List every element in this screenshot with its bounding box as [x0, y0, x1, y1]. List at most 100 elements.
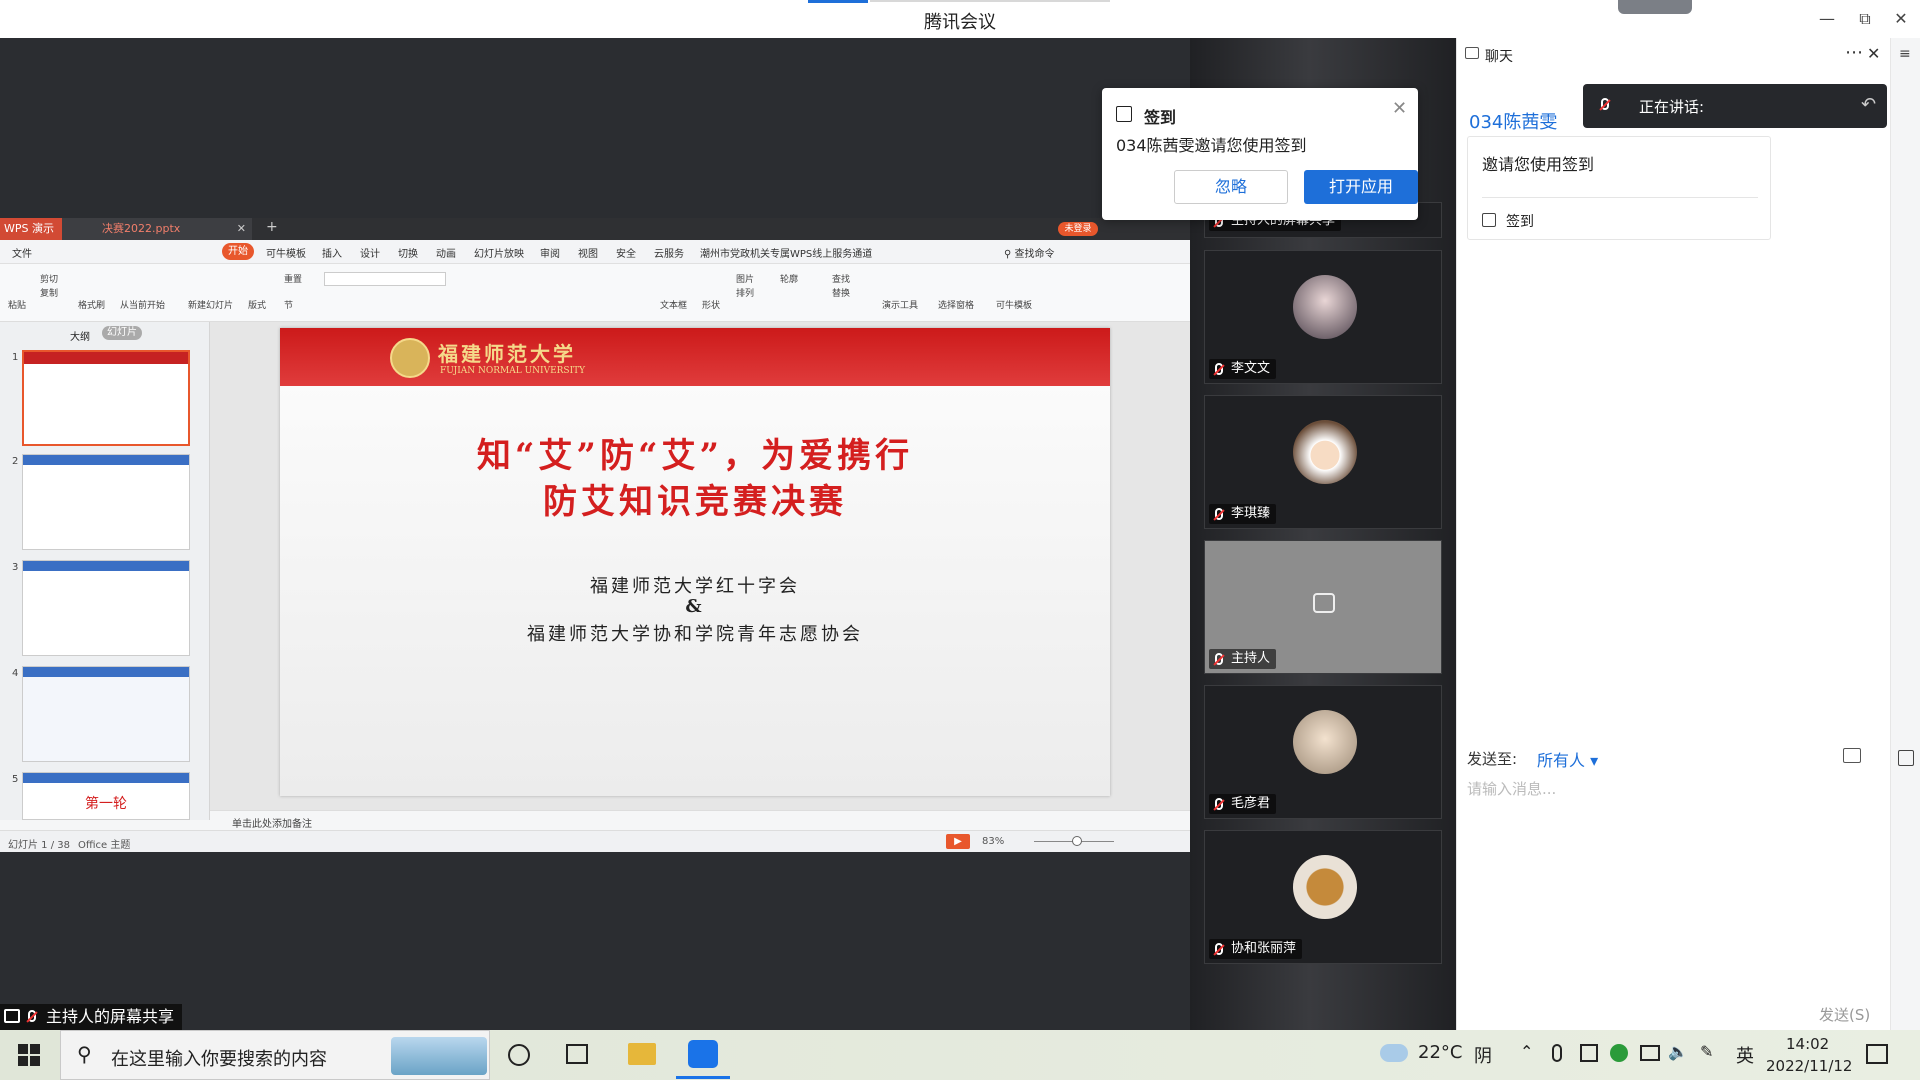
participant-tile[interactable]: 毛彦君 — [1204, 685, 1442, 819]
play-slideshow-icon[interactable]: ▶ — [946, 834, 970, 849]
send-to-select[interactable]: 所有人 ▾ — [1537, 747, 1598, 771]
notice-icon[interactable] — [1898, 750, 1914, 766]
menu-file[interactable]: 文件 — [12, 245, 32, 260]
font-name-select[interactable] — [324, 272, 446, 286]
search-command[interactable]: ⚲ 查找命令 — [1004, 245, 1055, 260]
menu-view[interactable]: 视图 — [578, 245, 598, 260]
menu-icon[interactable]: ≡ — [1899, 46, 1911, 62]
ribbon-picture[interactable]: 图片 — [736, 272, 754, 285]
ime-indicator[interactable]: 英 — [1736, 1042, 1754, 1068]
menu-transition[interactable]: 切换 — [398, 245, 418, 260]
close-icon[interactable]: ✕ — [1392, 98, 1407, 119]
volume-icon[interactable]: 🔈 — [1668, 1042, 1688, 1061]
current-slide[interactable]: 福建师范大学 FUJIAN NORMAL UNIVERSITY 知“艾”防“艾”… — [280, 328, 1110, 796]
chat-sender[interactable]: 034陈茜雯 — [1469, 108, 1557, 134]
close-tab-icon[interactable]: ✕ — [237, 218, 246, 240]
tencent-meeting-icon[interactable] — [688, 1040, 718, 1068]
menu-service-channel[interactable]: 潮州市党政机关专属WPS线上服务通道 — [700, 245, 872, 260]
ribbon-find[interactable]: 查找 — [832, 272, 850, 285]
send-to-label: 发送至: — [1467, 750, 1518, 768]
cortana-icon[interactable] — [508, 1044, 530, 1066]
ribbon-cut[interactable]: 剪切 — [40, 272, 58, 285]
tab-slides[interactable]: 幻灯片 — [102, 326, 142, 340]
menu-design[interactable]: 设计 — [360, 245, 380, 260]
weather-desc[interactable]: 阴 — [1474, 1042, 1492, 1068]
folder-icon[interactable] — [1843, 748, 1861, 763]
menu-cloud[interactable]: 云服务 — [654, 245, 684, 260]
ignore-button[interactable]: 忽略 — [1174, 170, 1288, 204]
clock-time[interactable]: 14:02 — [1786, 1035, 1829, 1053]
ribbon-replace[interactable]: 替换 — [832, 286, 850, 299]
zoom-level[interactable]: 83% — [982, 836, 1004, 847]
participant-tile[interactable]: 李文文 — [1204, 250, 1442, 384]
restore-icon[interactable]: ⧉ — [1850, 6, 1880, 32]
ribbon-template[interactable]: 可牛模板 — [996, 298, 1032, 311]
menu-slideshow[interactable]: 幻灯片放映 — [474, 245, 524, 260]
menu-template[interactable]: 可牛模板 — [266, 245, 306, 260]
tab-outline[interactable]: 大纲 — [70, 328, 90, 343]
menu-security[interactable]: 安全 — [616, 245, 636, 260]
ribbon-copy[interactable]: 复制 — [40, 286, 58, 299]
open-app-button[interactable]: 打开应用 — [1304, 170, 1418, 204]
security-icon[interactable] — [1610, 1044, 1628, 1062]
wps-logo[interactable]: WPS 演示 — [0, 218, 62, 240]
ribbon-reset[interactable]: 重置 — [284, 272, 302, 285]
ribbon-format-painter[interactable]: 格式刷 — [78, 298, 105, 311]
menu-insert[interactable]: 插入 — [322, 245, 342, 260]
zoom-slider-thumb[interactable] — [1072, 836, 1082, 846]
document-tab[interactable]: 决赛2022.pptx ✕ — [62, 218, 252, 240]
windows-taskbar: ⚲ 在这里输入你要搜索的内容 22°C 阴 ⌃ 🔈 ✎ 英 14:02 2022… — [0, 1030, 1920, 1080]
more-icon[interactable]: ⋯ — [1845, 42, 1863, 63]
ribbon-outline[interactable]: 轮廓 — [780, 272, 798, 285]
menu-animation[interactable]: 动画 — [436, 245, 456, 260]
slide-canvas[interactable]: 福建师范大学 FUJIAN NORMAL UNIVERSITY 知“艾”防“艾”… — [210, 322, 1190, 820]
checkin-card-link[interactable]: 签到 — [1506, 211, 1534, 231]
slide-thumbnail-3[interactable] — [22, 560, 190, 656]
notification-icon[interactable] — [1866, 1044, 1888, 1064]
close-icon[interactable]: ✕ — [1886, 6, 1916, 32]
ribbon-section[interactable]: 节 — [284, 298, 293, 311]
ribbon-layout[interactable]: 版式 — [248, 298, 266, 311]
menu-review[interactable]: 审阅 — [540, 245, 560, 260]
microphone-icon[interactable] — [1552, 1044, 1562, 1062]
minimize-icon[interactable]: — — [1812, 6, 1842, 32]
active-indicator — [808, 0, 868, 3]
ribbon-textbox[interactable]: 文本框 — [660, 298, 687, 311]
login-badge[interactable]: 未登录 — [1058, 222, 1098, 236]
participant-tile[interactable]: 主持人 — [1204, 540, 1442, 674]
menu-start[interactable]: 开始 — [222, 243, 254, 260]
ribbon-shape[interactable]: 形状 — [702, 298, 720, 311]
slide-thumbnail-2[interactable] — [22, 454, 190, 550]
reply-icon[interactable]: ↶ — [1861, 94, 1876, 115]
ribbon-presentation-tools[interactable]: 演示工具 — [882, 298, 918, 311]
clock-date[interactable]: 2022/11/12 — [1766, 1057, 1852, 1075]
participant-tile[interactable]: 李琪臻 — [1204, 395, 1442, 529]
ribbon-selection-pane[interactable]: 选择窗格 — [938, 298, 974, 311]
participant-tile[interactable]: 协和张丽萍 — [1204, 830, 1442, 964]
pen-icon[interactable]: ✎ — [1700, 1042, 1713, 1061]
weather-temp[interactable]: 22°C — [1418, 1042, 1462, 1063]
taskbar-search[interactable]: ⚲ 在这里输入你要搜索的内容 — [60, 1030, 490, 1080]
ribbon-new-slide[interactable]: 新建幻灯片 — [188, 298, 233, 311]
close-chat-icon[interactable]: ✕ — [1867, 44, 1880, 63]
thumb-header — [24, 352, 188, 364]
tray-app-icon[interactable] — [1580, 1044, 1598, 1062]
checkin-card[interactable]: 邀请您使用签到 签到 — [1467, 136, 1771, 240]
ribbon-play-from-current[interactable]: 从当前开始 — [120, 298, 165, 311]
slide-thumbnail-5[interactable]: 第一轮 — [22, 772, 190, 820]
tray-expand-icon[interactable]: ⌃ — [1520, 1042, 1533, 1061]
slide-thumbnail-1[interactable] — [22, 350, 190, 446]
chevron-down-icon: ▾ — [1585, 751, 1599, 770]
battery-icon[interactable] — [1640, 1045, 1660, 1061]
windows-start-icon[interactable] — [18, 1044, 40, 1066]
thumb-number: 1 — [12, 352, 19, 363]
task-view-icon[interactable] — [566, 1044, 588, 1064]
ribbon-arrange[interactable]: 排列 — [736, 286, 754, 299]
notes-area[interactable]: 单击此处添加备注 — [210, 810, 1190, 830]
file-explorer-icon[interactable] — [628, 1043, 656, 1065]
message-input[interactable]: 请输入消息... — [1467, 778, 1556, 799]
new-tab-icon[interactable]: + — [266, 219, 278, 235]
slide-thumbnail-4[interactable] — [22, 666, 190, 762]
send-button[interactable]: 发送(S) — [1819, 1004, 1870, 1025]
ribbon-paste[interactable]: 粘贴 — [8, 298, 26, 311]
